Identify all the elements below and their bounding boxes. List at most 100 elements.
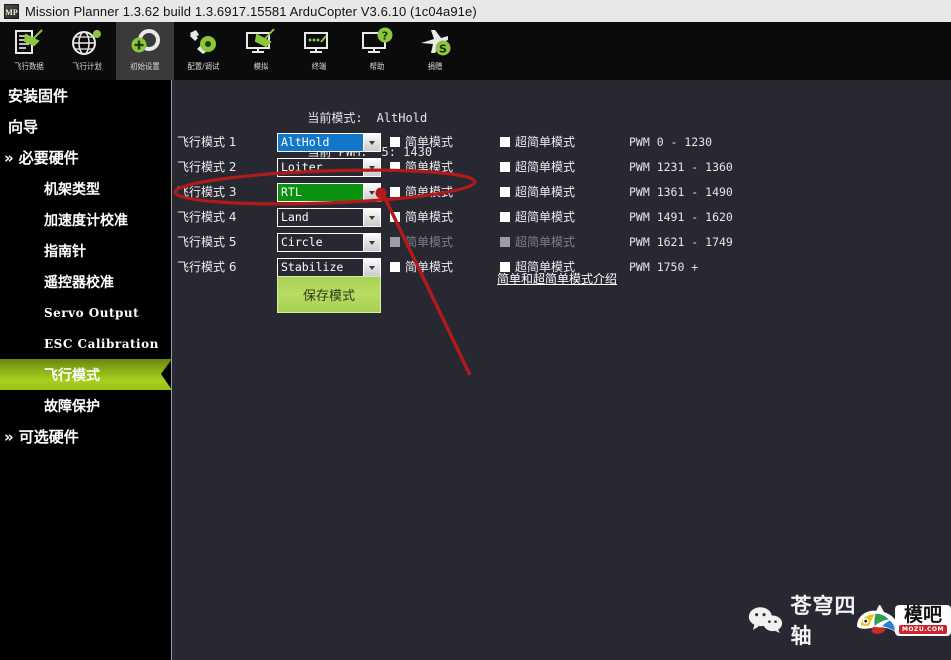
toolbar-item-6[interactable]: ? 帮助 bbox=[348, 22, 406, 80]
sidebar-item-7[interactable]: Servo Output bbox=[0, 297, 171, 328]
toolbar-item-label: 终端 bbox=[311, 62, 327, 71]
pwm-range-label: PWM 0 - 1230 bbox=[629, 135, 713, 149]
toolbar-item-2[interactable]: 初始设置 bbox=[116, 22, 174, 80]
flight-mode-label: 飞行模式 4 bbox=[177, 210, 237, 224]
flight-mode-label: 飞行模式 5 bbox=[177, 235, 237, 249]
toolbar-item-label: 帮助 bbox=[369, 62, 385, 71]
flight-mode-select[interactable]: RTL bbox=[277, 183, 381, 202]
flight-mode-select[interactable]: Stabilize bbox=[277, 258, 381, 277]
watermark: 苍穹四轴 模吧 MOZU.COM bbox=[748, 594, 951, 648]
toolbar-item-label: 初始设置 bbox=[130, 62, 160, 71]
sidebar-item-label: Servo Output bbox=[44, 305, 140, 320]
terminal-icon bbox=[292, 22, 346, 62]
pwm-range-label: PWM 1361 - 1490 bbox=[629, 185, 733, 199]
super-simple-mode-checkbox[interactable] bbox=[500, 137, 510, 147]
simple-mode-checkbox[interactable] bbox=[390, 212, 400, 222]
expander-icon: » bbox=[4, 427, 14, 446]
super-simple-mode-label: 超简单模式 bbox=[515, 235, 576, 249]
app-icon: MP bbox=[4, 3, 19, 19]
chevron-down-icon[interactable] bbox=[363, 184, 380, 201]
donate-icon: S bbox=[408, 22, 462, 62]
sidebar-item-8[interactable]: ESC Calibration bbox=[0, 328, 171, 359]
sidebar-item-10[interactable]: 故障保护 bbox=[0, 390, 171, 421]
sidebar-item-label: 可选硬件 bbox=[18, 428, 79, 446]
toolbar-item-4[interactable]: 模拟 bbox=[232, 22, 290, 80]
watermark-wechat-text: 苍穹四轴 bbox=[790, 594, 857, 648]
pwm-range-label: PWM 1231 - 1360 bbox=[629, 160, 733, 174]
super-simple-mode-checkbox[interactable] bbox=[500, 162, 510, 172]
super-simple-mode-label: 超简单模式 bbox=[515, 160, 576, 174]
flight-mode-select[interactable]: AltHold bbox=[277, 133, 381, 152]
initial-setup-icon bbox=[118, 22, 172, 62]
sidebar-item-1[interactable]: 向导 bbox=[0, 111, 171, 142]
flight-mode-value: Stabilize bbox=[281, 260, 344, 274]
super-simple-mode-checkbox[interactable] bbox=[500, 212, 510, 222]
chevron-down-icon[interactable] bbox=[363, 259, 380, 276]
simple-mode-label: 简单模式 bbox=[405, 185, 454, 199]
flight-mode-label: 飞行模式 6 bbox=[177, 260, 237, 274]
pwm-range-label: PWM 1750 + bbox=[629, 260, 699, 274]
wechat-icon bbox=[748, 607, 783, 634]
flight-mode-label: 飞行模式 2 bbox=[177, 160, 237, 174]
flight-mode-value: Land bbox=[281, 210, 309, 224]
sidebar-item-2[interactable]: » 必要硬件 bbox=[0, 142, 171, 173]
svg-text:?: ? bbox=[382, 30, 388, 43]
title-bar: MP Mission Planner 1.3.62 build 1.3.6917… bbox=[0, 0, 951, 22]
help-icon: ? bbox=[350, 22, 404, 62]
sidebar-item-label: 安装固件 bbox=[8, 87, 69, 105]
sidebar-item-label: 必要硬件 bbox=[18, 149, 79, 167]
toolbar-item-5[interactable]: 终端 bbox=[290, 22, 348, 80]
super-simple-mode-checkbox[interactable] bbox=[500, 262, 510, 272]
flight-data-icon bbox=[2, 22, 56, 62]
sidebar-item-0[interactable]: 安装固件 bbox=[0, 80, 171, 111]
chevron-down-icon[interactable] bbox=[363, 134, 380, 151]
simple-mode-checkbox[interactable] bbox=[390, 237, 400, 247]
sidebar-item-6[interactable]: 遥控器校准 bbox=[0, 266, 171, 297]
super-simple-mode-checkbox[interactable] bbox=[500, 237, 510, 247]
pwm-range-label: PWM 1491 - 1620 bbox=[629, 210, 733, 224]
config-tuning-icon bbox=[176, 22, 230, 62]
sidebar-item-5[interactable]: 指南针 bbox=[0, 235, 171, 266]
sidebar-item-label: 机架类型 bbox=[44, 181, 100, 198]
simple-mode-label: 简单模式 bbox=[405, 235, 454, 249]
sidebar-item-label: 遥控器校准 bbox=[44, 274, 114, 291]
toolbar-item-3[interactable]: 配置/调试 bbox=[174, 22, 232, 80]
toolbar-item-label: 模拟 bbox=[253, 62, 269, 71]
simple-mode-checkbox[interactable] bbox=[390, 162, 400, 172]
expander-icon: » bbox=[4, 148, 14, 167]
simple-mode-label: 简单模式 bbox=[405, 210, 454, 224]
watermark-brand-text: 模吧 bbox=[903, 603, 942, 626]
sidebar-item-4[interactable]: 加速度计校准 bbox=[0, 204, 171, 235]
sidebar-item-11[interactable]: » 可选硬件 bbox=[0, 421, 171, 452]
toolbar-item-label: 飞行计划 bbox=[72, 62, 102, 71]
flight-mode-select[interactable]: Circle bbox=[277, 233, 381, 252]
flight-mode-value: Circle bbox=[281, 235, 323, 249]
chevron-down-icon[interactable] bbox=[363, 209, 380, 226]
flight-mode-select[interactable]: Land bbox=[277, 208, 381, 227]
simple-mode-checkbox[interactable] bbox=[390, 137, 400, 147]
main-toolbar: 飞行数据 飞行计划 初始设置 配置/调试 模拟 终端? 帮助 S 捐赠 bbox=[0, 22, 951, 80]
simple-mode-label: 简单模式 bbox=[405, 260, 454, 274]
chevron-down-icon[interactable] bbox=[363, 234, 380, 251]
sidebar-item-9[interactable]: 飞行模式 bbox=[0, 359, 172, 390]
super-simple-mode-checkbox[interactable] bbox=[500, 187, 510, 197]
toolbar-item-0[interactable]: 飞行数据 bbox=[0, 22, 58, 80]
toolbar-item-7[interactable]: S 捐赠 bbox=[406, 22, 464, 80]
sidebar-nav: 安装固件 向导» 必要硬件 机架类型 加速度计校准 指南针 遥控器校准 Servo Outpu… bbox=[0, 80, 172, 660]
chevron-down-icon[interactable] bbox=[363, 159, 380, 176]
window-title: Mission Planner 1.3.62 build 1.3.6917.15… bbox=[25, 3, 477, 19]
super-simple-mode-label: 超简单模式 bbox=[515, 185, 576, 199]
sidebar-item-3[interactable]: 机架类型 bbox=[0, 173, 171, 204]
save-modes-button[interactable]: 保存模式 bbox=[277, 276, 381, 313]
sidebar-item-label: 飞行模式 bbox=[44, 367, 100, 384]
super-simple-mode-label: 超简单模式 bbox=[515, 210, 576, 224]
simple-mode-checkbox[interactable] bbox=[390, 187, 400, 197]
current-mode-value: AltHold bbox=[376, 111, 428, 125]
toolbar-item-1[interactable]: 飞行计划 bbox=[58, 22, 116, 80]
simple-mode-checkbox[interactable] bbox=[390, 262, 400, 272]
flight-mode-label: 飞行模式 1 bbox=[177, 135, 237, 149]
flight-mode-value: Loiter bbox=[281, 160, 323, 174]
flight-mode-select[interactable]: Loiter bbox=[277, 158, 381, 177]
simple-modes-help-link[interactable]: 简单和超简单模式介绍 bbox=[497, 272, 617, 287]
sidebar-item-label: 故障保护 bbox=[44, 398, 100, 415]
